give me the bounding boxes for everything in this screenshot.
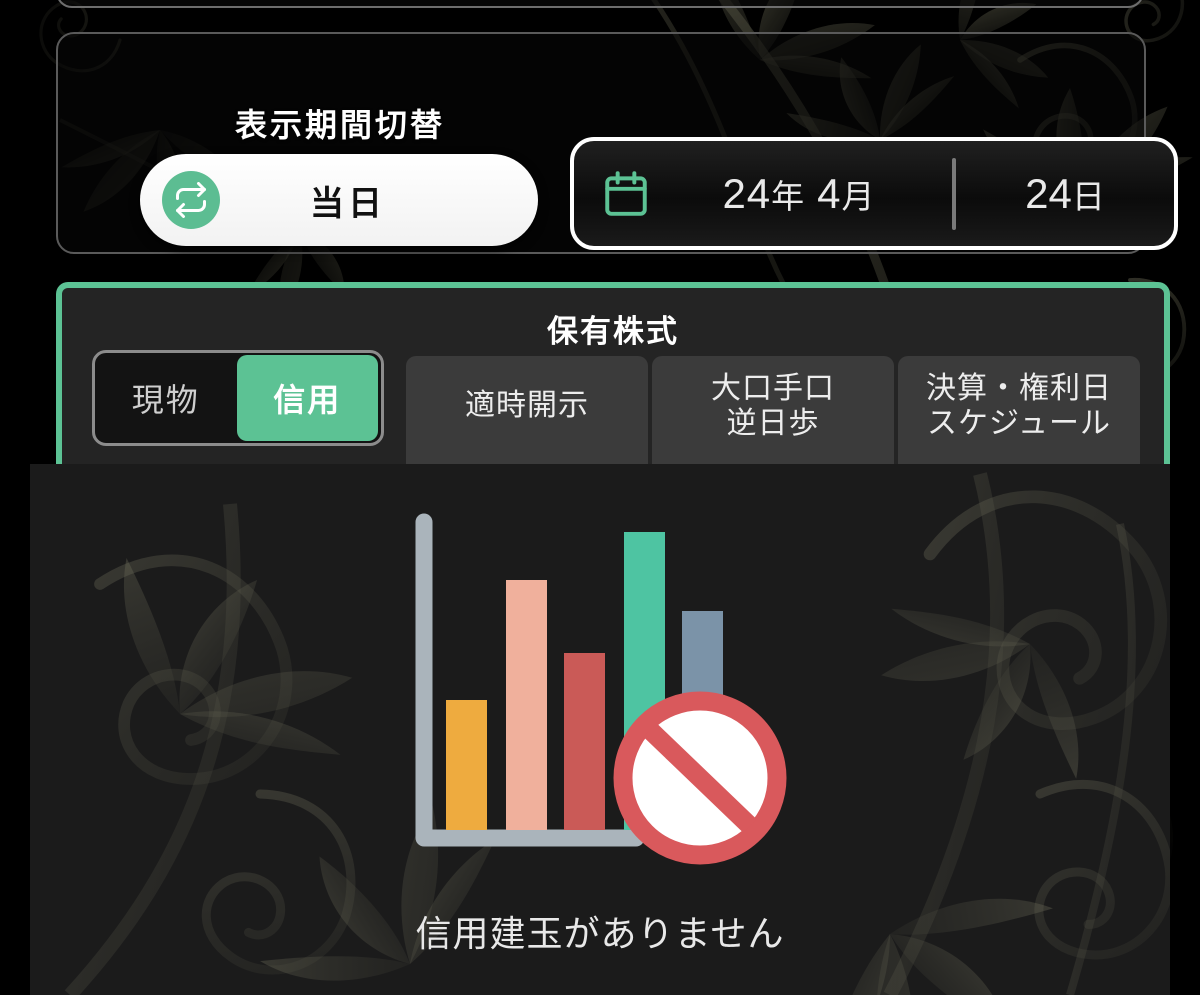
tab-label-line1: 大口手口: [711, 371, 835, 405]
date-year-month[interactable]: 24年 4月: [652, 170, 952, 218]
no-data-bar-chart-icon: [400, 508, 800, 883]
calendar-icon: [600, 168, 652, 220]
holdings-content-area: 信用建玉がありません: [30, 464, 1170, 995]
tab-timely-disclosure[interactable]: 適時開示: [406, 356, 648, 464]
bar-3: [564, 653, 605, 830]
holdings-panel-title: 保有株式: [547, 314, 679, 349]
repeat-swap-icon: [162, 171, 220, 229]
holdings-panel: 保有株式 現物 信用 適時開示 大口手口 逆日歩 決算・権利日 スケジュール: [56, 282, 1170, 464]
period-switch-button[interactable]: 当日: [140, 154, 538, 246]
empty-state: 信用建玉がありません: [30, 508, 1170, 957]
date-day-unit: 日: [1071, 177, 1105, 215]
period-switch-label: 表示期間切替: [234, 107, 445, 143]
app-root: 表示期間切替 当日 24年 4月 24日 保有株式 現物 信用 適時開示 大口手…: [0, 0, 1200, 995]
tab-large-orders-backwardation[interactable]: 大口手口 逆日歩: [652, 356, 894, 464]
bar-1: [446, 700, 487, 830]
toggle-option-margin[interactable]: 信用: [236, 355, 378, 441]
empty-state-message: 信用建玉がありません: [415, 913, 785, 954]
no-data-prohibited-sign: [613, 691, 787, 865]
clipped-panel-above: [56, 0, 1144, 8]
toggle-option-spot[interactable]: 現物: [95, 353, 237, 443]
date-month-unit: 月: [841, 177, 876, 215]
date-year-value: 24: [722, 169, 772, 217]
tab-label-line2: スケジュール: [927, 407, 1111, 440]
period-switch-card: 表示期間切替 当日 24年 4月 24日: [56, 32, 1178, 254]
tab-label-line1: 適時開示: [465, 389, 589, 423]
date-day[interactable]: 24日: [956, 170, 1174, 218]
tab-earnings-rights-schedule[interactable]: 決算・権利日 スケジュール: [898, 356, 1140, 464]
tab-label-line2: 逆日歩: [726, 407, 820, 440]
bar-2: [506, 580, 547, 830]
period-selected-value: 当日: [310, 184, 386, 223]
date-day-value: 24: [1025, 169, 1072, 217]
holdings-tabs: 適時開示 大口手口 逆日歩 決算・権利日 スケジュール: [406, 356, 1164, 464]
date-selector[interactable]: 24年 4月 24日: [570, 137, 1178, 250]
date-year-unit: 年: [771, 177, 806, 215]
holdings-type-toggle[interactable]: 現物 信用: [92, 350, 384, 446]
date-month-value: 4: [817, 169, 842, 217]
tab-label-line1: 決算・権利日: [926, 371, 1112, 405]
